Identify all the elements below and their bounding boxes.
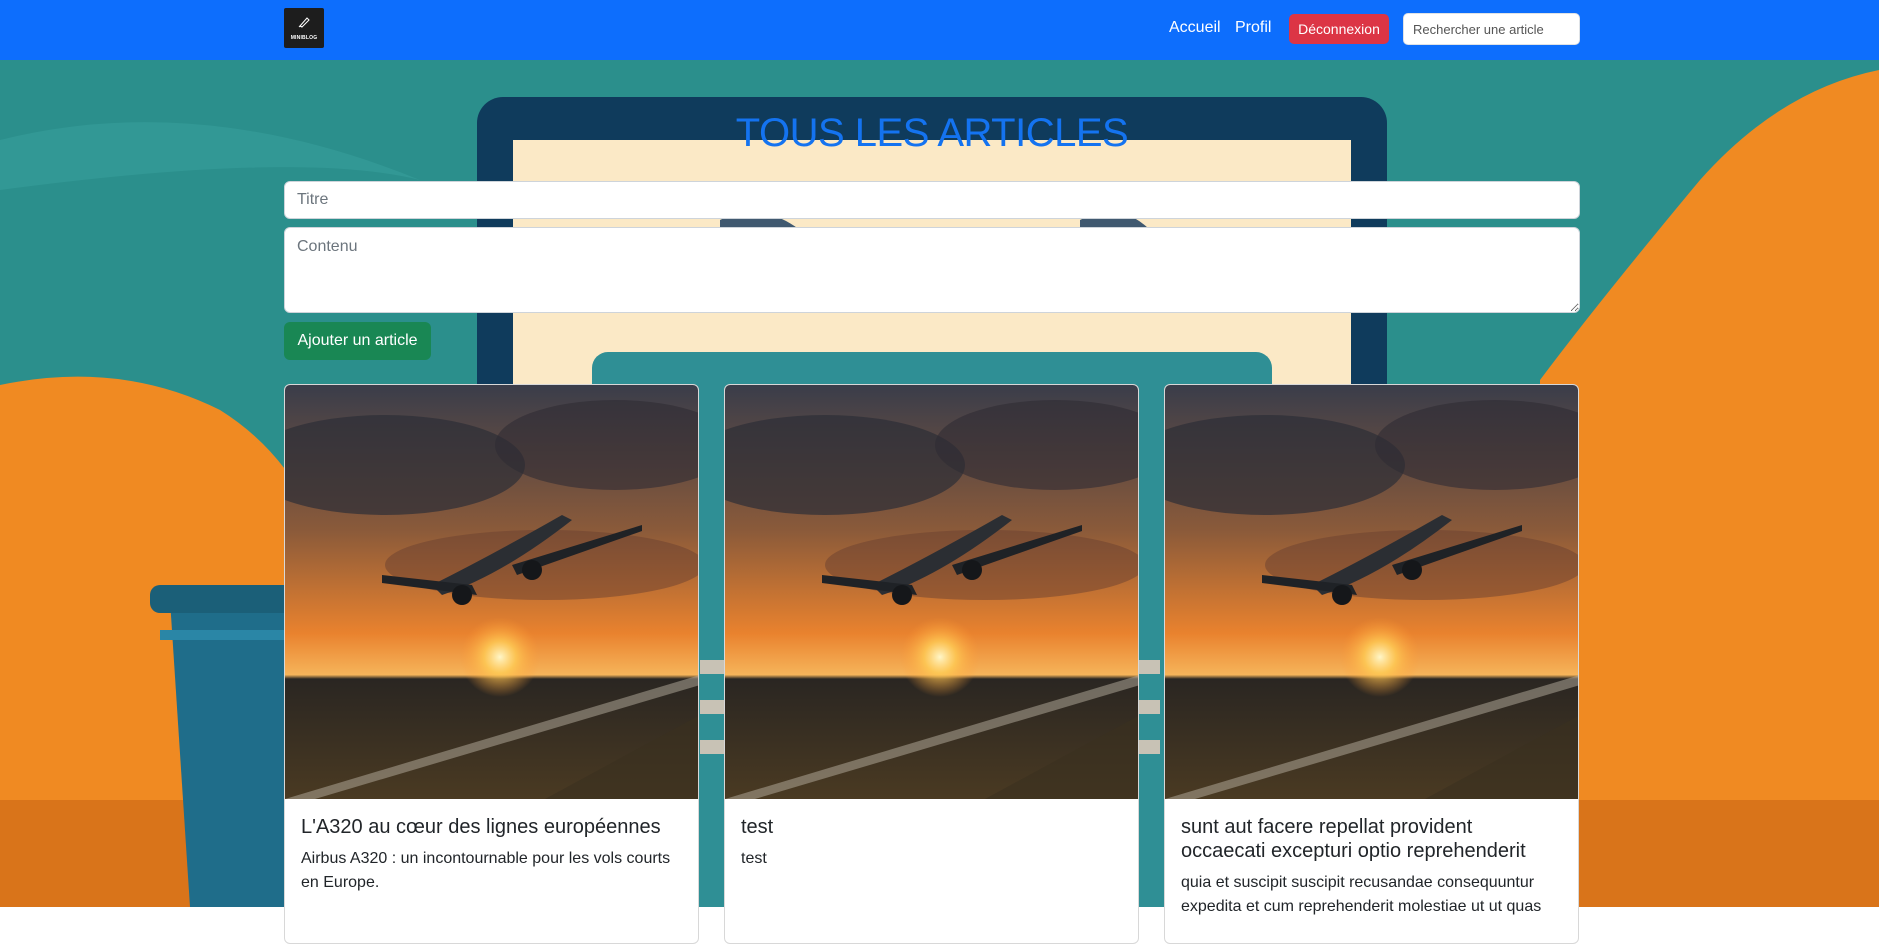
brand-logo[interactable]: MINIBLOG <box>284 8 324 48</box>
article-excerpt: Airbus A320 : un incontournable pour les… <box>301 850 671 891</box>
navbar: MINIBLOG Accueil Profil Déconnexion <box>0 0 1879 60</box>
airplane-sunset-image <box>725 385 1138 799</box>
nav-link-accueil[interactable]: Accueil <box>1169 17 1221 39</box>
article-content-textarea[interactable] <box>284 227 1580 313</box>
search-input[interactable] <box>1403 13 1580 45</box>
add-article-button[interactable]: Ajouter un article <box>284 322 431 360</box>
article-excerpt: test <box>741 850 767 867</box>
article-excerpt: quia et suscipit suscipit recusandae con… <box>1181 874 1542 915</box>
brand-logo-text: MINIBLOG <box>290 35 318 41</box>
article-title-input[interactable] <box>284 181 1580 219</box>
logout-button[interactable]: Déconnexion <box>1289 14 1389 44</box>
airplane-sunset-image <box>285 385 698 799</box>
article-card[interactable]: sunt aut facere repellat provident occae… <box>1164 384 1579 944</box>
nav-link-profil[interactable]: Profil <box>1235 17 1271 39</box>
pen-icon <box>298 17 310 28</box>
article-title: L'A320 au cœur des lignes européennes <box>301 816 661 838</box>
article-card[interactable]: test test <box>724 384 1139 944</box>
article-title: test <box>741 816 774 838</box>
airplane-sunset-image <box>1165 385 1578 799</box>
page-title: TOUS LES ARTICLES <box>735 111 1129 155</box>
article-title: sunt aut facere repellat provident occae… <box>1181 816 1526 862</box>
article-card[interactable]: L'A320 au cœur des lignes européennes Ai… <box>284 384 699 944</box>
